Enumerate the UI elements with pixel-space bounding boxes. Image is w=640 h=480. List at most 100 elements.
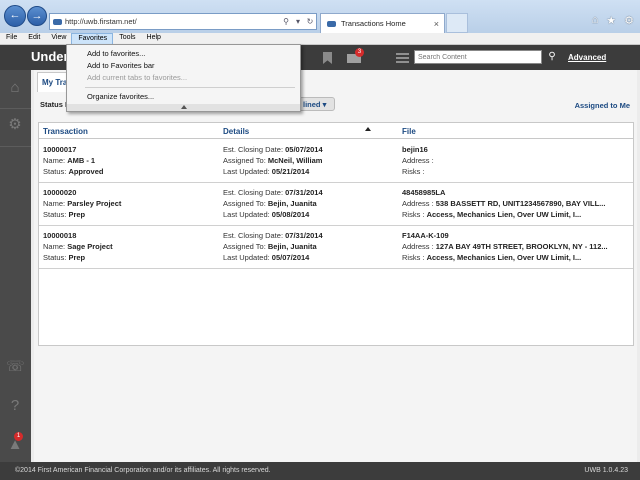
closing-label: Est. Closing Date: xyxy=(223,231,286,240)
arrow-left-icon: ← xyxy=(9,9,21,21)
name-label: Name: xyxy=(43,156,68,165)
search-input[interactable] xyxy=(414,50,542,64)
menu-item-add-current-tabs: Add current tabs to favorites... xyxy=(87,73,188,82)
address-url[interactable]: http://uwb.firstam.net/ xyxy=(65,17,280,26)
gear-icon[interactable]: ⚙ xyxy=(6,116,24,134)
address-bar[interactable]: http://uwb.firstam.net/ ⚲ ▾ ↻ xyxy=(49,13,317,30)
table-row[interactable]: 10000018 Name: Sage Project Status: Prep… xyxy=(39,226,633,269)
file-address: 538 BASSETT RD, UNIT1234567890, BAY VILL… xyxy=(435,199,606,208)
gear-icon[interactable]: ⚙ xyxy=(624,14,634,27)
address-label: Address : xyxy=(402,199,436,208)
bookmark-icon[interactable] xyxy=(323,52,332,64)
column-header-file[interactable]: File xyxy=(402,127,416,136)
address-label: Address : xyxy=(402,242,436,251)
details-cell: Est. Closing Date: 07/31/2014 Assigned T… xyxy=(223,187,323,220)
updated-label: Last Updated: xyxy=(223,210,272,219)
home-icon[interactable]: ⌂ xyxy=(592,14,599,27)
chevron-up-icon[interactable] xyxy=(67,104,300,111)
mail-badge: 3 xyxy=(355,48,364,57)
table-header: Transaction Details File xyxy=(39,123,633,139)
transaction-id[interactable]: 10000017 xyxy=(43,145,76,154)
table-row[interactable]: 10000017 Name: AMB - 1 Status: Approved … xyxy=(39,140,633,183)
close-tab-icon[interactable]: × xyxy=(434,19,444,29)
phone-icon[interactable]: ☏ xyxy=(6,358,25,376)
new-tab-button[interactable] xyxy=(446,13,468,33)
advanced-search-link[interactable]: Advanced xyxy=(568,53,606,62)
dropdown-arrow-icon[interactable]: ▾ xyxy=(292,17,304,26)
menu-item-add-to-favorites-bar[interactable]: Add to Favorites bar xyxy=(87,61,155,70)
refresh-icon[interactable]: ↻ xyxy=(304,17,316,26)
status-filter-dropdown[interactable]: lined ▾ xyxy=(299,97,335,111)
left-sidebar: ⌂ ⚙ ☏ ? ▲ 1 xyxy=(0,70,31,462)
help-icon[interactable]: ? xyxy=(6,397,24,415)
assigned-label: Assigned To: xyxy=(223,156,268,165)
closing-date: 07/31/2014 xyxy=(285,188,323,197)
search-icon[interactable]: ⚲ xyxy=(280,17,292,26)
menu-item-organize-favorites[interactable]: Organize favorites... xyxy=(87,92,154,101)
arrow-right-icon: → xyxy=(31,10,43,22)
status-label: Status: xyxy=(43,210,69,219)
file-address: 127A BAY 49TH STREET, BROOKLYN, NY - 112… xyxy=(435,242,608,251)
file-cell: bejin16 Address : Risks : xyxy=(402,144,434,177)
assigned-to: McNeil, William xyxy=(267,156,323,165)
updated-label: Last Updated: xyxy=(223,167,272,176)
sort-ascending-icon[interactable] xyxy=(365,127,371,131)
menu-edit[interactable]: Edit xyxy=(22,33,45,45)
file-number[interactable]: F14AA-K-109 xyxy=(402,231,449,240)
transaction-status: Approved xyxy=(68,167,104,176)
forward-button[interactable]: → xyxy=(27,6,47,26)
address-label: Address : xyxy=(402,156,434,165)
file-cell: 48458985LA Address : 538 BASSETT RD, UNI… xyxy=(402,187,605,220)
menu-divider xyxy=(85,87,295,88)
transaction-status: Prep xyxy=(68,253,86,262)
status-label: Status: xyxy=(43,253,69,262)
browser-tab-active[interactable]: Transactions Home × xyxy=(320,13,445,33)
back-button[interactable]: ← xyxy=(4,5,26,27)
transaction-id[interactable]: 10000020 xyxy=(43,188,76,197)
transaction-name: Sage Project xyxy=(67,242,113,251)
table-row[interactable]: 10000020 Name: Parsley Project Status: P… xyxy=(39,183,633,226)
transactions-panel: My Tra Status Fi lined ▾ Assigned to Me … xyxy=(34,70,637,462)
updated-label: Last Updated: xyxy=(223,253,272,262)
file-number[interactable]: 48458985LA xyxy=(402,188,445,197)
list-icon[interactable] xyxy=(396,53,409,63)
assigned-to: Bejin, Juanita xyxy=(267,242,317,251)
tab-favicon-icon xyxy=(327,20,336,27)
star-icon[interactable]: ★ xyxy=(606,14,616,27)
chevron-down-icon: ▾ xyxy=(322,100,327,109)
transaction-id[interactable]: 10000018 xyxy=(43,231,76,240)
closing-date: 07/31/2014 xyxy=(285,231,323,240)
transaction-cell: 10000020 Name: Parsley Project Status: P… xyxy=(43,187,121,220)
transaction-cell: 10000017 Name: AMB - 1 Status: Approved xyxy=(43,144,103,177)
column-header-transaction[interactable]: Transaction xyxy=(43,127,88,136)
transaction-name: AMB - 1 xyxy=(67,156,96,165)
column-header-details[interactable]: Details xyxy=(223,127,249,136)
version-text: UWB 1.0.4.23 xyxy=(584,467,628,474)
risks-label: Risks : xyxy=(402,167,425,176)
assigned-label: Assigned To: xyxy=(223,242,268,251)
tab-title: Transactions Home xyxy=(341,19,406,28)
file-risks: Access, Mechanics Lien, Over UW Limit, I… xyxy=(426,210,582,219)
assigned-label: Assigned To: xyxy=(223,199,268,208)
risks-label: Risks : xyxy=(402,253,427,262)
transaction-cell: 10000018 Name: Sage Project Status: Prep xyxy=(43,230,113,263)
assigned-to: Bejin, Juanita xyxy=(267,199,317,208)
notification-badge: 1 xyxy=(14,432,23,441)
menu-file[interactable]: File xyxy=(0,33,22,45)
menu-item-add-to-favorites[interactable]: Add to favorites... xyxy=(87,49,145,58)
home-icon[interactable]: ⌂ xyxy=(6,79,24,97)
name-label: Name: xyxy=(43,199,68,208)
details-cell: Est. Closing Date: 05/07/2014 Assigned T… xyxy=(223,144,323,177)
site-favicon-icon xyxy=(53,18,62,25)
transactions-table: Transaction Details File 10000017 Name: … xyxy=(38,122,634,346)
footer: ©2014 First American Financial Corporati… xyxy=(0,462,640,480)
copyright-text: ©2014 First American Financial Corporati… xyxy=(15,467,271,474)
file-number[interactable]: bejin16 xyxy=(402,145,428,154)
closing-label: Est. Closing Date: xyxy=(223,145,286,154)
file-risks: Access, Mechanics Lien, Over UW Limit, I… xyxy=(426,253,582,262)
risks-label: Risks : xyxy=(402,210,427,219)
closing-date: 05/07/2014 xyxy=(285,145,323,154)
search-button-icon[interactable]: ⚲ xyxy=(545,50,559,64)
assigned-to-me-link[interactable]: Assigned to Me xyxy=(575,101,630,110)
transaction-status: Prep xyxy=(68,210,86,219)
